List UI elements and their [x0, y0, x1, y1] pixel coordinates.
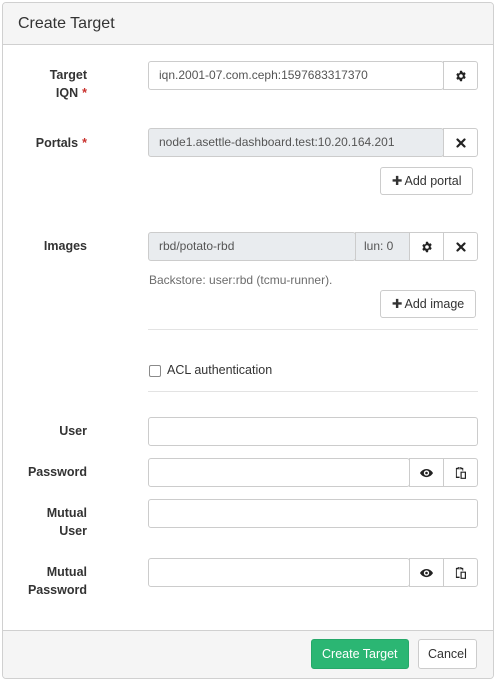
clipboard-icon: [455, 466, 466, 479]
backstore-help-text: Backstore: user:rbd (tcmu-runner).: [149, 273, 333, 287]
close-icon: [455, 137, 466, 148]
create-target-button[interactable]: Create Target: [311, 639, 409, 669]
mutual-user-label-line2: User: [59, 524, 87, 538]
page-title: Create Target: [18, 15, 115, 32]
user-label: User: [59, 424, 87, 438]
add-image-button[interactable]: ✚ Add image: [380, 290, 477, 318]
image-lun-field: lun: 0: [355, 232, 410, 261]
mutual-user-label-line1: Mutual: [46, 506, 87, 520]
portal-value-field: node1.asettle-dashboard.test:10.20.164.2…: [148, 128, 444, 157]
password-input[interactable]: [148, 458, 410, 487]
gear-icon: [421, 241, 433, 253]
target-iqn-settings-button[interactable]: [443, 61, 478, 90]
plus-icon: ✚: [392, 297, 403, 311]
target-iqn-label: Target IQN *: [50, 66, 87, 102]
mutual-user-input[interactable]: [148, 499, 478, 528]
password-copy-button[interactable]: [443, 458, 478, 487]
mutual-password-copy-button[interactable]: [443, 558, 478, 587]
mutual-password-label-line1: Mutual: [46, 565, 87, 579]
add-portal-button[interactable]: ✚ Add portal: [380, 167, 474, 195]
mutual-password-label: Mutual Password: [28, 563, 87, 599]
create-target-panel: Create Target Target IQN * iqn.2001-07.co…: [2, 2, 494, 679]
add-portal-label: Add portal: [404, 174, 462, 188]
portals-label-text: Portals: [35, 136, 79, 150]
add-image-label: Add image: [404, 297, 465, 311]
mutual-user-label: Mutual User: [47, 504, 87, 540]
mutual-password-reveal-button[interactable]: [409, 558, 444, 587]
image-settings-button[interactable]: [409, 232, 444, 261]
panel-footer: Create Target Cancel: [3, 630, 493, 678]
user-input[interactable]: [148, 417, 478, 446]
images-label: Images: [43, 239, 87, 253]
password-label: Password: [27, 465, 87, 479]
panel-header: Create Target: [3, 3, 493, 45]
divider: [148, 391, 478, 392]
target-iqn-label-line1: Target: [49, 68, 87, 82]
target-iqn-input[interactable]: iqn.2001-07.com.ceph:1597683317370: [148, 61, 444, 90]
close-icon: [455, 241, 466, 252]
portals-label: Portals *: [36, 134, 87, 152]
eye-icon: [420, 468, 433, 478]
plus-icon: ✚: [392, 174, 403, 188]
required-mark: *: [82, 136, 87, 150]
target-iqn-label-line2: IQN: [55, 86, 79, 100]
acl-authentication-checkbox[interactable]: [149, 365, 161, 377]
cancel-button[interactable]: Cancel: [418, 639, 477, 669]
password-reveal-button[interactable]: [409, 458, 444, 487]
divider: [148, 329, 478, 330]
gear-icon: [455, 70, 467, 82]
remove-image-button[interactable]: [443, 232, 478, 261]
mutual-password-input[interactable]: [148, 558, 410, 587]
clipboard-icon: [455, 566, 466, 579]
image-value-field: rbd/potato-rbd: [148, 232, 356, 261]
required-mark: *: [82, 86, 87, 100]
mutual-password-label-line2: Password: [27, 583, 87, 597]
eye-icon: [420, 568, 433, 578]
remove-portal-button[interactable]: [443, 128, 478, 157]
acl-authentication-label[interactable]: ACL authentication: [167, 363, 272, 377]
